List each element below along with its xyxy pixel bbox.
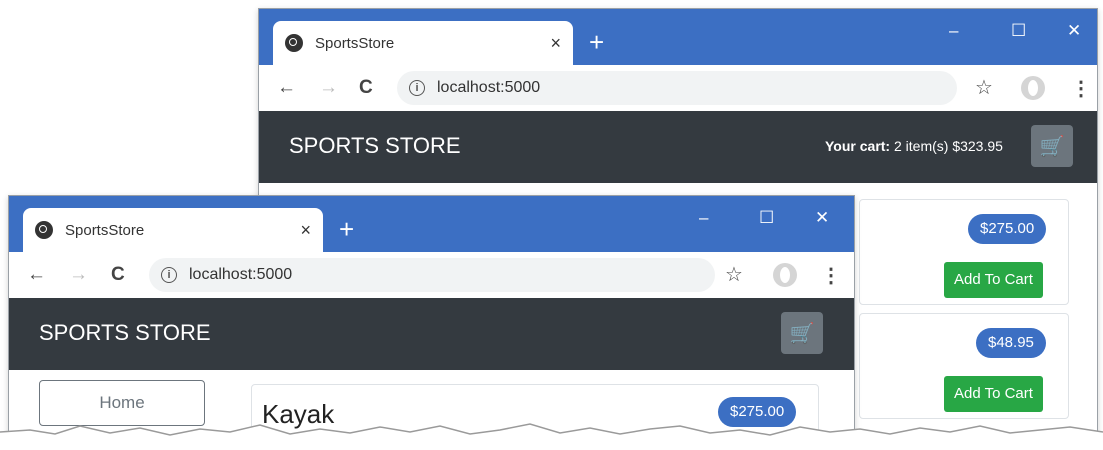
- minimize-button[interactable]: –: [699, 208, 708, 228]
- cart-summary-text: 2 item(s) $323.95: [893, 138, 1003, 154]
- price-badge: $275.00: [968, 214, 1047, 244]
- tab-close-button[interactable]: ×: [300, 220, 311, 241]
- new-tab-button[interactable]: +: [589, 29, 604, 55]
- tab-close-button[interactable]: ×: [550, 33, 561, 54]
- shopping-cart-icon: 🛒: [1039, 135, 1065, 158]
- browser-toolbar: ← → C i localhost:5000 ☆ ⋮: [9, 252, 854, 299]
- add-to-cart-button[interactable]: Add To Cart: [944, 376, 1043, 412]
- close-window-button[interactable]: ✕: [1067, 21, 1081, 41]
- cart-button[interactable]: 🛒: [781, 312, 823, 354]
- product-card: $275.00 Add To Cart: [859, 199, 1069, 305]
- price-badge: $48.95: [976, 328, 1046, 358]
- cart-label: Your cart:: [825, 138, 891, 154]
- browser-tab[interactable]: SportsStore ×: [273, 21, 573, 65]
- forward-arrow-icon[interactable]: →: [69, 264, 88, 286]
- globe-icon: [35, 221, 53, 239]
- url-text[interactable]: localhost:5000: [189, 266, 292, 284]
- browser-tab[interactable]: SportsStore ×: [23, 208, 323, 252]
- store-navbar: SPORTS STORE Your cart: 2 item(s) $323.9…: [259, 111, 1097, 183]
- browser-toolbar: ← → C i localhost:5000 ☆ ⋮: [259, 65, 1097, 112]
- globe-icon: [285, 34, 303, 52]
- store-brand[interactable]: SPORTS STORE: [39, 320, 211, 346]
- new-tab-button[interactable]: +: [339, 216, 354, 242]
- bookmark-star-icon[interactable]: ☆: [725, 262, 743, 287]
- minimize-button[interactable]: –: [949, 21, 958, 41]
- store-navbar: SPORTS STORE 🛒: [9, 298, 854, 370]
- title-bar: SportsStore × + – ☐ ✕: [9, 196, 854, 252]
- cart-summary: Your cart: 2 item(s) $323.95: [825, 138, 1003, 154]
- info-icon[interactable]: i: [409, 80, 425, 96]
- close-window-button[interactable]: ✕: [815, 208, 829, 228]
- maximize-button[interactable]: ☐: [759, 208, 774, 228]
- menu-icon[interactable]: ⋮: [821, 263, 841, 288]
- title-bar: SportsStore × + – ☐ ✕: [259, 9, 1097, 65]
- shopping-cart-icon: 🛒: [789, 322, 815, 345]
- back-arrow-icon[interactable]: ←: [277, 77, 296, 99]
- address-bar[interactable]: i localhost:5000: [149, 258, 715, 292]
- forward-arrow-icon[interactable]: →: [319, 77, 338, 99]
- reload-icon[interactable]: C: [359, 77, 373, 99]
- profile-avatar[interactable]: [773, 263, 797, 287]
- torn-edge-decoration: [0, 423, 1103, 450]
- profile-avatar[interactable]: [1021, 76, 1045, 100]
- maximize-button[interactable]: ☐: [1011, 21, 1026, 41]
- url-text[interactable]: localhost:5000: [437, 79, 540, 97]
- store-brand[interactable]: SPORTS STORE: [289, 133, 461, 159]
- info-icon[interactable]: i: [161, 267, 177, 283]
- menu-icon[interactable]: ⋮: [1071, 76, 1091, 101]
- cart-button[interactable]: 🛒: [1031, 125, 1073, 167]
- reload-icon[interactable]: C: [111, 264, 125, 286]
- tab-title: SportsStore: [65, 221, 145, 239]
- address-bar[interactable]: i localhost:5000: [397, 71, 957, 105]
- tab-title: SportsStore: [315, 34, 395, 52]
- browser-window-front: SportsStore × + – ☐ ✕ ← → C i localhost:…: [8, 195, 855, 440]
- add-to-cart-button[interactable]: Add To Cart: [944, 262, 1043, 298]
- bookmark-star-icon[interactable]: ☆: [975, 75, 993, 100]
- back-arrow-icon[interactable]: ←: [27, 264, 46, 286]
- product-card: $48.95 Add To Cart: [859, 313, 1069, 419]
